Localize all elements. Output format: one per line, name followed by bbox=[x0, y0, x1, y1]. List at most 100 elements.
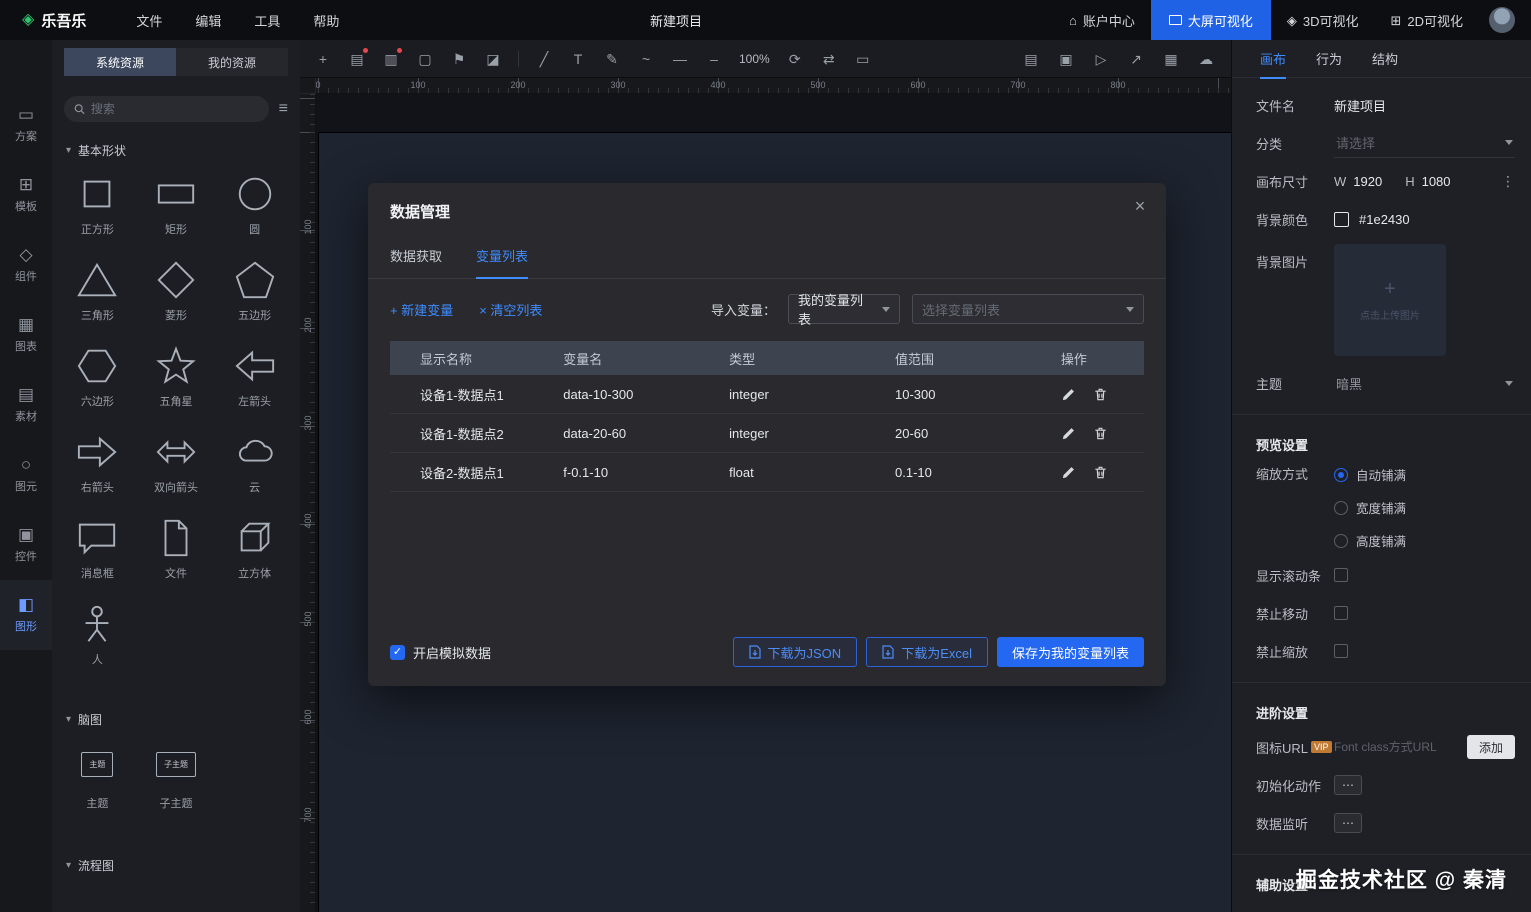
shape-circle[interactable]: 圆 bbox=[215, 173, 294, 237]
share-icon[interactable]: ↗ bbox=[1127, 52, 1145, 66]
solid-line-icon[interactable]: — bbox=[671, 52, 689, 66]
qr-grid-icon[interactable]: ▦ bbox=[1162, 52, 1180, 66]
radio-width-fill[interactable]: 宽度铺满 bbox=[1334, 498, 1406, 517]
edit-icon[interactable] bbox=[1061, 465, 1076, 480]
rail-item-chart[interactable]: ▦ 图表 bbox=[0, 300, 52, 370]
shape-message-box[interactable]: 消息框 bbox=[58, 517, 137, 581]
init-action-more-button[interactable]: ⋯ bbox=[1334, 775, 1362, 795]
shape-cube[interactable]: 立方体 bbox=[215, 517, 294, 581]
radio-auto-fill[interactable]: 自动铺满 bbox=[1334, 465, 1406, 484]
shape-hexagon[interactable]: 六边形 bbox=[58, 345, 137, 409]
tab-data-fetch[interactable]: 数据获取 bbox=[390, 246, 442, 278]
edit-icon[interactable] bbox=[1061, 387, 1076, 402]
rail-item-element[interactable]: ○ 图元 bbox=[0, 440, 52, 510]
delete-icon[interactable] bbox=[1093, 387, 1108, 402]
rail-item-template[interactable]: ⊞ 模板 bbox=[0, 160, 52, 230]
tab-variable-list[interactable]: 变量列表 bbox=[476, 246, 529, 279]
shape-pentagon[interactable]: 五边形 bbox=[215, 259, 294, 323]
theme-select[interactable]: 暗黑 bbox=[1334, 369, 1515, 398]
zoom-level[interactable]: 100% bbox=[739, 52, 770, 66]
clipboard-icon[interactable]: ▣ bbox=[1057, 52, 1075, 66]
curve-tool-icon[interactable]: ~ bbox=[637, 52, 655, 66]
list-menu-icon[interactable]: ≡ bbox=[279, 101, 288, 117]
menu-file[interactable]: 文件 bbox=[136, 11, 162, 30]
tab-behavior[interactable]: 行为 bbox=[1316, 40, 1342, 78]
variable-list-select[interactable]: 选择变量列表 bbox=[912, 294, 1144, 324]
notes-icon[interactable]: ▥ bbox=[382, 47, 402, 66]
rail-item-plan[interactable]: ▭ 方案 bbox=[0, 90, 52, 160]
download-json-button[interactable]: 下载为JSON bbox=[732, 637, 858, 667]
frame-icon[interactable]: ▭ bbox=[854, 52, 872, 66]
save-icon[interactable]: ▤ bbox=[348, 47, 368, 66]
category-select[interactable]: 请选择 bbox=[1334, 128, 1515, 158]
shape-cloud[interactable]: 云 bbox=[215, 431, 294, 495]
line-tool-icon[interactable]: ╱ bbox=[535, 52, 553, 66]
refresh-icon[interactable]: ⟳ bbox=[786, 52, 804, 66]
data-listen-more-button[interactable]: ⋯ bbox=[1334, 813, 1362, 833]
color-swatch[interactable] bbox=[1334, 211, 1349, 227]
mind-subtheme[interactable]: 子主题 子主题 bbox=[137, 752, 216, 811]
shape-file[interactable]: 文件 bbox=[137, 517, 216, 581]
section-basic-shapes[interactable]: ▾ 基本形状 bbox=[66, 142, 286, 159]
no-zoom-checkbox[interactable] bbox=[1334, 644, 1348, 658]
upload-image-dropzone[interactable]: + 点击上传图片 bbox=[1334, 244, 1446, 356]
avatar[interactable] bbox=[1489, 7, 1515, 33]
add-icon[interactable]: + bbox=[314, 52, 332, 66]
shape-arrow-left[interactable]: 左箭头 bbox=[215, 345, 294, 409]
rail-item-material[interactable]: ▤ 素材 bbox=[0, 370, 52, 440]
delete-icon[interactable] bbox=[1093, 465, 1108, 480]
shape-arrow-right[interactable]: 右箭头 bbox=[58, 431, 137, 495]
close-icon[interactable]: × bbox=[1130, 196, 1150, 218]
tab-structure[interactable]: 结构 bbox=[1372, 40, 1398, 78]
mock-data-checkbox[interactable]: ✓ bbox=[390, 644, 405, 660]
search-box[interactable] bbox=[64, 96, 269, 122]
rail-item-control[interactable]: ▣ 控件 bbox=[0, 510, 52, 580]
app-logo[interactable]: ◈ 乐吾乐 bbox=[0, 10, 86, 31]
scrollbar-checkbox[interactable] bbox=[1334, 568, 1348, 582]
search-input[interactable] bbox=[90, 102, 259, 116]
mind-theme[interactable]: 主题 主题 bbox=[58, 752, 137, 811]
text-tool-icon[interactable]: T bbox=[569, 52, 587, 66]
shape-person[interactable]: 人 bbox=[58, 603, 137, 667]
shape-star[interactable]: 五角星 bbox=[137, 345, 216, 409]
nav-3d[interactable]: ◈ 3D可视化 bbox=[1271, 0, 1375, 40]
layout-icon[interactable]: ▤ bbox=[1022, 52, 1040, 66]
delete-icon[interactable] bbox=[1093, 426, 1108, 441]
download-excel-button[interactable]: 下载为Excel bbox=[866, 637, 988, 667]
cloud-icon[interactable]: ☁ bbox=[1197, 52, 1215, 66]
dashed-line-icon[interactable]: – bbox=[705, 52, 723, 66]
tab-my-resources[interactable]: 我的资源 bbox=[176, 48, 288, 76]
pen-tool-icon[interactable]: ✎ bbox=[603, 52, 621, 66]
account-center-link[interactable]: ⌂ 账户中心 bbox=[1053, 0, 1151, 40]
icon-url-input[interactable] bbox=[1334, 740, 1459, 754]
width-input[interactable]: 1920 bbox=[1353, 174, 1382, 189]
new-variable-link[interactable]: + 新建变量 bbox=[390, 300, 453, 319]
more-options-icon[interactable]: ⋮ bbox=[1501, 173, 1515, 190]
shape-arrow-double[interactable]: 双向箭头 bbox=[137, 431, 216, 495]
shape-triangle[interactable]: 三角形 bbox=[58, 259, 137, 323]
menu-help[interactable]: 帮助 bbox=[313, 11, 339, 30]
tab-canvas[interactable]: 画布 bbox=[1260, 40, 1287, 79]
shape-square[interactable]: 正方形 bbox=[58, 173, 137, 237]
section-mind-map[interactable]: ▾ 脑图 bbox=[66, 711, 286, 728]
menu-tools[interactable]: 工具 bbox=[254, 11, 280, 30]
bg-color-value[interactable]: #1e2430 bbox=[1359, 212, 1410, 227]
clear-list-link[interactable]: × 清空列表 bbox=[479, 300, 542, 319]
nav-2d[interactable]: ⊞ 2D可视化 bbox=[1374, 0, 1479, 40]
menu-edit[interactable]: 编辑 bbox=[195, 11, 221, 30]
height-input[interactable]: 1080 bbox=[1422, 174, 1451, 189]
rail-item-component[interactable]: ◇ 组件 bbox=[0, 230, 52, 300]
package-icon[interactable]: ▢ bbox=[416, 52, 434, 66]
import-source-select[interactable]: 我的变量列表 bbox=[788, 293, 900, 327]
play-icon[interactable]: ▷ bbox=[1092, 52, 1110, 66]
eraser-icon[interactable]: ◪ bbox=[484, 52, 502, 66]
flag-icon[interactable]: ⚑ bbox=[450, 52, 468, 66]
edit-icon[interactable] bbox=[1061, 426, 1076, 441]
radio-height-fill[interactable]: 高度铺满 bbox=[1334, 531, 1406, 550]
add-button[interactable]: 添加 bbox=[1466, 735, 1515, 759]
save-variable-list-button[interactable]: 保存为我的变量列表 bbox=[996, 637, 1144, 667]
rail-item-shape[interactable]: ◧ 图形 bbox=[0, 580, 52, 650]
no-move-checkbox[interactable] bbox=[1334, 606, 1348, 620]
filename-value[interactable]: 新建项目 bbox=[1334, 96, 1386, 115]
section-flowchart[interactable]: ▾ 流程图 bbox=[66, 857, 286, 874]
